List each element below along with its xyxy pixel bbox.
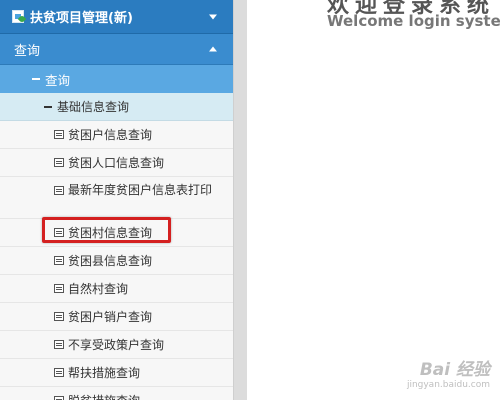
watermark: Bai 经验 jingyan.baidu.com — [407, 355, 490, 390]
list-icon — [54, 158, 64, 167]
sidebar-item-assistance-measures[interactable]: 帮扶措施查询 — [0, 359, 233, 387]
group-label: 基础信息查询 — [57, 100, 130, 114]
list-icon — [54, 186, 64, 195]
main-content: 欢迎登录系统 Welcome login system Bai 经验 jingy… — [247, 0, 500, 400]
highlight-box — [42, 217, 171, 243]
sidebar-item-label: 不享受政策户查询 — [68, 338, 165, 352]
list-icon — [54, 284, 64, 293]
sidebar-item-poverty-exit-measures[interactable]: 脱贫措施查询 — [0, 387, 233, 400]
app-icon — [12, 10, 24, 23]
welcome-subtitle: Welcome login system — [327, 12, 500, 30]
sidebar-item-household-closed[interactable]: 贫困户销户查询 — [0, 303, 233, 331]
sidebar-item-no-policy[interactable]: 不享受政策户查询 — [0, 331, 233, 359]
menu-query[interactable]: 查询 — [0, 34, 233, 65]
sidebar-item-label: 贫困户信息查询 — [68, 128, 153, 142]
list-icon — [54, 396, 64, 400]
scrollbar[interactable] — [233, 0, 247, 400]
sidebar-item-population-info[interactable]: 贫困人口信息查询 — [0, 149, 233, 177]
chevron-down-icon — [209, 14, 217, 19]
sidebar-item-label: 脱贫措施查询 — [68, 392, 140, 400]
minus-icon — [32, 78, 40, 80]
list-icon — [54, 368, 64, 377]
group-basic-info-query[interactable]: 基础信息查询 — [0, 93, 233, 121]
submenu-query[interactable]: 查询 — [0, 65, 233, 93]
sidebar-item-label: 自然村查询 — [68, 282, 129, 296]
chevron-up-icon — [209, 46, 217, 52]
watermark-brand: Bai 经验 — [419, 360, 490, 380]
sidebar-item-label: 帮扶措施查询 — [68, 366, 141, 380]
sidebar: 扶贫项目管理(新) 查询 查询 基础信息查询 贫困户信息查询 贫困人口信息查询 … — [0, 0, 233, 400]
menu-label: 查询 — [14, 43, 41, 59]
list-icon — [54, 256, 64, 265]
menu-poverty-project-management[interactable]: 扶贫项目管理(新) — [0, 0, 233, 34]
list-icon — [54, 312, 64, 321]
minus-icon — [44, 105, 52, 108]
sidebar-item-label: 贫困户销户查询 — [68, 310, 153, 324]
sidebar-item-label: 贫困县信息查询 — [68, 254, 153, 268]
watermark-url: jingyan.baidu.com — [406, 380, 490, 390]
menu-label: 扶贫项目管理(新) — [30, 11, 133, 26]
sidebar-item-label: 贫困人口信息查询 — [68, 156, 165, 170]
sidebar-item-county-info[interactable]: 贫困县信息查询 — [0, 247, 233, 275]
sidebar-item-label: 最新年度贫困户信息表打印 — [68, 183, 213, 197]
list-icon — [54, 340, 64, 349]
sidebar-item-natural-village[interactable]: 自然村查询 — [0, 275, 233, 303]
list-icon — [54, 130, 64, 139]
sidebar-item-household-info[interactable]: 贫困户信息查询 — [0, 121, 233, 149]
submenu-label: 查询 — [45, 72, 71, 88]
sidebar-item-latest-year-print[interactable]: 最新年度贫困户信息表打印 — [0, 177, 233, 219]
